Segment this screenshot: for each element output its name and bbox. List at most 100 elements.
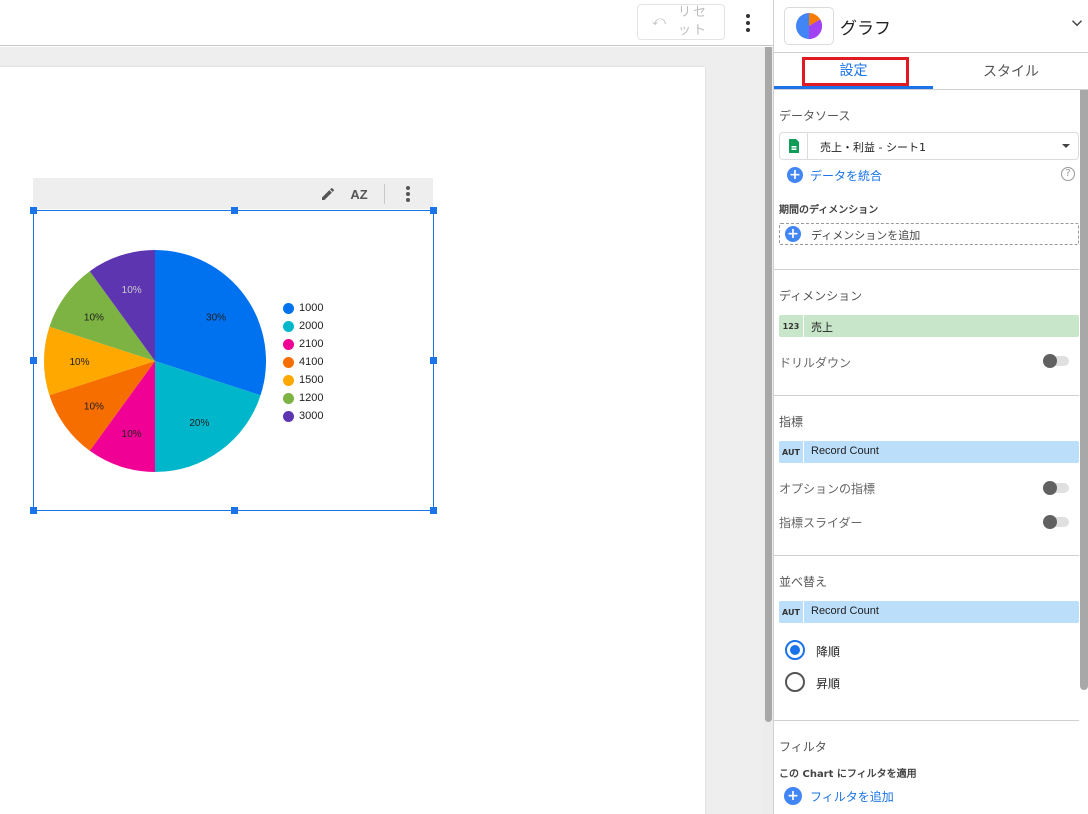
pie-label-2000: 20% bbox=[189, 418, 209, 429]
section-dimension: ディメンション 123 売上 ドリルダウン bbox=[774, 270, 1079, 396]
legend-swatch bbox=[283, 338, 294, 350]
data-source-select[interactable]: 売上・利益 - シート1 bbox=[779, 132, 1079, 160]
section-filter: フィルタ この Chart にフィルタを適用 + フィルタを追加 bbox=[774, 721, 1079, 814]
legend-label: 2100 bbox=[299, 338, 324, 350]
resize-handle-ne[interactable] bbox=[430, 207, 437, 214]
optional-metrics-toggle[interactable] bbox=[1043, 481, 1071, 495]
panel-header: グラフ bbox=[774, 0, 1088, 53]
properties-panel: グラフ 設定 スタイル データソース 売上・利益 - シート1 + データを統合 bbox=[773, 0, 1088, 814]
legend-item-1500[interactable]: 1500 bbox=[283, 371, 323, 389]
resize-handle-e[interactable] bbox=[430, 357, 437, 364]
metric-title: 指標 bbox=[779, 415, 804, 429]
undo-icon: ⤺ bbox=[652, 14, 666, 29]
tab-settings[interactable]: 設定 bbox=[774, 53, 933, 89]
sort-chip-label: Record Count bbox=[811, 605, 879, 617]
pie-label-1000: 30% bbox=[206, 313, 226, 324]
auto-type-icon: AUT bbox=[779, 601, 804, 623]
canvas-scrollbar[interactable] bbox=[763, 47, 773, 814]
resize-handle-w[interactable] bbox=[30, 357, 37, 364]
section-data-source: データソース 売上・利益 - シート1 + データを統合 ? 期間のディメンショ… bbox=[774, 90, 1079, 270]
sort-az-icon[interactable]: AZ bbox=[349, 184, 369, 204]
add-circle-icon[interactable]: + bbox=[787, 167, 803, 183]
legend-label: 1000 bbox=[299, 302, 324, 314]
legend-swatch bbox=[283, 410, 294, 422]
resize-handle-se[interactable] bbox=[430, 507, 437, 514]
add-dimension-label: ディメンションを追加 bbox=[811, 229, 921, 242]
app-root: ⤺ リセット AZ 30% 20% 10% 10% 10% 10% 10% 1000 2000… bbox=[0, 0, 1088, 814]
resize-handle-nw[interactable] bbox=[30, 207, 37, 214]
dropdown-caret-icon bbox=[1062, 144, 1070, 148]
legend-label: 2000 bbox=[299, 320, 324, 332]
legend-item-3000[interactable]: 3000 bbox=[283, 407, 323, 425]
dimension-chip-label: 売上 bbox=[811, 322, 833, 334]
canvas-scrollbar-thumb[interactable] bbox=[765, 47, 772, 722]
drilldown-label: ドリルダウン bbox=[779, 356, 852, 370]
panel-tabs: 設定 スタイル bbox=[774, 53, 1088, 90]
pie-label-4100: 10% bbox=[84, 401, 104, 412]
pie-label-1500: 10% bbox=[70, 357, 90, 368]
add-circle-icon[interactable]: + bbox=[784, 787, 802, 805]
tab-style[interactable]: スタイル bbox=[933, 53, 1088, 89]
chart-legend: 1000 2000 2100 4100 1500 1200 3000 bbox=[283, 299, 323, 425]
auto-type-icon: AUT bbox=[779, 441, 804, 463]
more-vert-icon[interactable] bbox=[740, 12, 756, 34]
optional-metrics-label: オプションの指標 bbox=[779, 482, 876, 496]
sort-ascending-label: 昇順 bbox=[816, 677, 841, 691]
pie-chart[interactable]: 30% 20% 10% 10% 10% 10% 10% 1000 2000 2100 4100 15… bbox=[30, 207, 437, 514]
legend-item-4100[interactable]: 4100 bbox=[283, 353, 323, 371]
legend-item-1200[interactable]: 1200 bbox=[283, 389, 323, 407]
dimension-chip[interactable]: 123 売上 bbox=[779, 315, 1079, 337]
sort-ascending-radio[interactable] bbox=[785, 672, 805, 692]
sort-title: 並べ替え bbox=[779, 575, 828, 589]
resize-handle-sw[interactable] bbox=[30, 507, 37, 514]
top-toolbar: ⤺ リセット bbox=[0, 0, 773, 46]
legend-swatch bbox=[283, 320, 294, 332]
chart-more-icon[interactable] bbox=[403, 186, 413, 202]
add-date-dimension-button[interactable]: + ディメンションを追加 bbox=[779, 223, 1079, 245]
metric-slider-label: 指標スライダー bbox=[779, 516, 863, 530]
help-icon[interactable]: ? bbox=[1061, 167, 1075, 181]
metric-slider-toggle[interactable] bbox=[1043, 515, 1071, 529]
pie-label-2100: 10% bbox=[122, 429, 142, 440]
chart-toolbar: AZ bbox=[33, 178, 433, 209]
legend-label: 3000 bbox=[299, 410, 324, 422]
resize-handle-s[interactable] bbox=[231, 507, 238, 514]
resize-handle-n[interactable] bbox=[231, 207, 238, 214]
reset-label: リセット bbox=[677, 5, 708, 38]
panel-scrollbar[interactable] bbox=[1080, 90, 1088, 690]
legend-item-2100[interactable]: 2100 bbox=[283, 335, 323, 353]
legend-label: 4100 bbox=[299, 356, 324, 368]
pie-label-3000: 10% bbox=[122, 285, 142, 296]
date-dimension-title: 期間のディメンション bbox=[779, 205, 879, 216]
sort-descending-label: 降順 bbox=[816, 645, 841, 659]
blend-data-link[interactable]: データを統合 bbox=[810, 167, 882, 184]
add-filter-link[interactable]: フィルタを追加 bbox=[810, 788, 894, 805]
legend-item-1000[interactable]: 1000 bbox=[283, 299, 323, 317]
sort-chip[interactable]: AUT Record Count bbox=[779, 601, 1079, 623]
legend-swatch bbox=[283, 392, 294, 404]
legend-label: 1500 bbox=[299, 374, 324, 386]
section-sort: 並べ替え AUT Record Count 降順 昇順 bbox=[774, 556, 1079, 721]
add-circle-icon: + bbox=[785, 226, 801, 242]
chevron-down-icon[interactable] bbox=[1068, 14, 1086, 32]
legend-item-2000[interactable]: 2000 bbox=[283, 317, 323, 335]
pencil-icon[interactable] bbox=[318, 184, 338, 204]
reset-button[interactable]: ⤺ リセット bbox=[637, 4, 725, 40]
filter-subtitle: この Chart にフィルタを適用 bbox=[779, 769, 917, 780]
filter-title: フィルタ bbox=[779, 740, 827, 754]
pie-chart-icon[interactable] bbox=[784, 7, 834, 45]
drilldown-toggle[interactable] bbox=[1043, 354, 1071, 368]
data-source-title: データソース bbox=[779, 109, 851, 123]
legend-swatch bbox=[283, 356, 294, 368]
data-source-label: 売上・利益 - シート1 bbox=[820, 141, 926, 154]
sheets-icon bbox=[780, 133, 808, 159]
section-metric: 指標 AUT Record Count オプションの指標 指標スライダー bbox=[774, 396, 1079, 556]
metric-chip-label: Record Count bbox=[811, 445, 879, 457]
panel-body: データソース 売上・利益 - シート1 + データを統合 ? 期間のディメンショ… bbox=[774, 90, 1079, 814]
sort-descending-radio[interactable] bbox=[785, 640, 805, 660]
legend-swatch bbox=[283, 302, 294, 314]
dimension-title: ディメンション bbox=[779, 289, 863, 303]
toolbar-divider bbox=[384, 184, 385, 204]
legend-label: 1200 bbox=[299, 392, 324, 404]
metric-chip[interactable]: AUT Record Count bbox=[779, 441, 1079, 463]
